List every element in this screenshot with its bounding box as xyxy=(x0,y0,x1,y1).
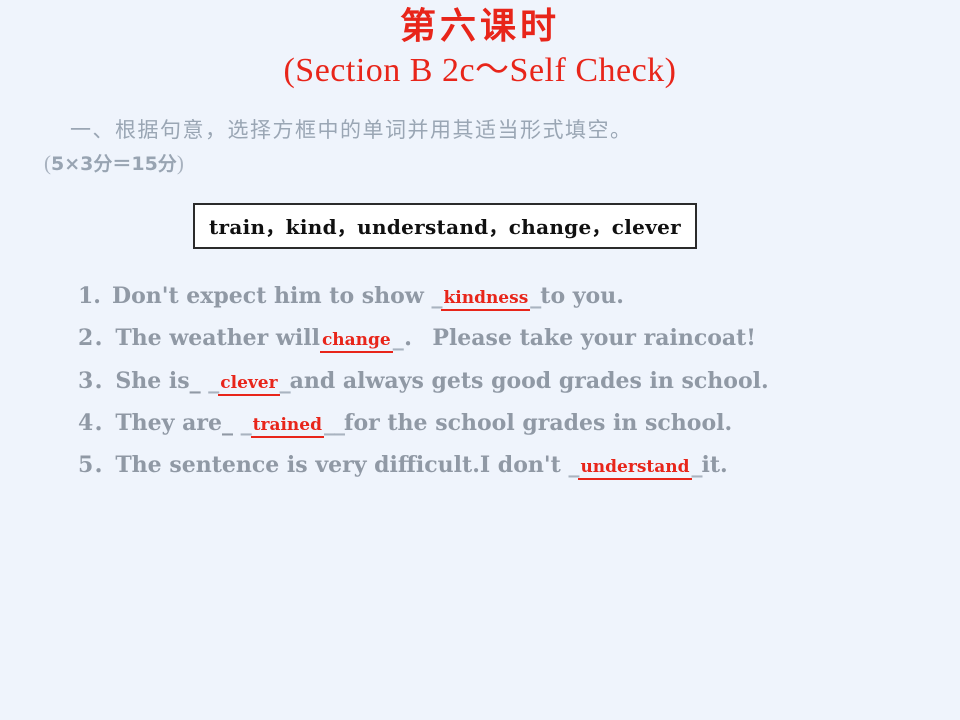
blank-underscore-lead: _ xyxy=(431,283,442,310)
blank-underscore-trail: _ xyxy=(530,283,541,310)
page-title-section: (Section B 2c～Self Check) xyxy=(283,52,677,89)
answer-word: understand xyxy=(578,457,692,481)
question-text-after: and always gets good grades in school. xyxy=(289,367,769,394)
score-open-paren: ( xyxy=(44,150,51,175)
slide-title-block: 第六课时 (Section B 2c～Self Check) xyxy=(0,0,960,93)
question-text-before: They are_ xyxy=(115,409,233,436)
question-text-before: The weather will xyxy=(115,325,320,352)
question-number: 5． xyxy=(78,452,116,479)
blank-underscore-lead: _ xyxy=(568,452,579,479)
question-number: 4． xyxy=(78,409,116,436)
word-bank-box: train，kind，understand，change，clever xyxy=(193,203,697,250)
question-text-before: Don't expect him to show xyxy=(112,283,424,310)
score-close-paren: ) xyxy=(176,150,184,175)
question-number: 2． xyxy=(78,325,116,352)
score-note: (5×3分＝15分) xyxy=(44,148,940,179)
question-item-3: 3．She is_ _ clever_and always gets good g… xyxy=(78,360,960,402)
question-text-before: She is_ xyxy=(115,367,201,394)
blank-underscore-trail: _ xyxy=(691,452,703,479)
answer-word: kindness xyxy=(441,288,531,312)
question-text-after: for the school grades in school. xyxy=(344,409,733,436)
blank-underscore-lead: _ xyxy=(240,409,252,436)
question-text-after: to you. xyxy=(540,283,624,310)
instruction-text: 一、根据句意，选择方框中的单词并用其适当形式填空。 xyxy=(70,118,633,143)
blank-underscore-trail: __ xyxy=(324,409,345,436)
answer-blank-4[interactable]: _ trained__ xyxy=(240,402,345,444)
answer-blank-3[interactable]: _ clever_ xyxy=(208,360,291,402)
question-list: 1. Don't expect him to show _ kindness_to … xyxy=(0,275,960,486)
answer-word: change xyxy=(319,330,393,354)
question-item-4: 4．They are_ _ trained__for the school gra… xyxy=(78,402,960,444)
answer-word: clever xyxy=(218,372,280,396)
question-text-after: it. xyxy=(701,452,728,479)
word-bank-wrapper: train，kind，understand，change，clever xyxy=(0,203,960,250)
blank-underscore-trail: _ xyxy=(279,367,291,394)
question-text-after: ． Please take your raincoat! xyxy=(402,325,756,352)
answer-word: trained xyxy=(250,414,324,438)
page-title-chinese: 第六课时 xyxy=(399,5,560,47)
blank-underscore-trail: _ xyxy=(392,325,404,352)
blank-underscore-lead: _ xyxy=(208,367,219,394)
score-value: 5×3分＝15分 xyxy=(51,152,177,175)
instruction-block: 一、根据句意，选择方框中的单词并用其适当形式填空。 (5×3分＝15分) xyxy=(0,115,960,178)
answer-blank-1[interactable]: _ kindness_ xyxy=(431,275,541,317)
question-item-5: 5．The sentence is very difficult.I don't… xyxy=(78,444,960,486)
slide-root: { "slide": { "background_color": "#eff4f… xyxy=(0,0,960,720)
answer-blank-5[interactable]: _ understand_ xyxy=(568,444,703,486)
question-number: 1. xyxy=(78,283,101,310)
question-text-before: The sentence is very difficult.I don't xyxy=(115,452,561,479)
question-item-1: 1. Don't expect him to show _ kindness_to … xyxy=(78,275,960,317)
question-item-2: 2．The weather will change_． Please take y… xyxy=(78,317,960,359)
question-number: 3． xyxy=(78,367,116,394)
answer-blank-2[interactable]: change_ xyxy=(319,317,404,359)
